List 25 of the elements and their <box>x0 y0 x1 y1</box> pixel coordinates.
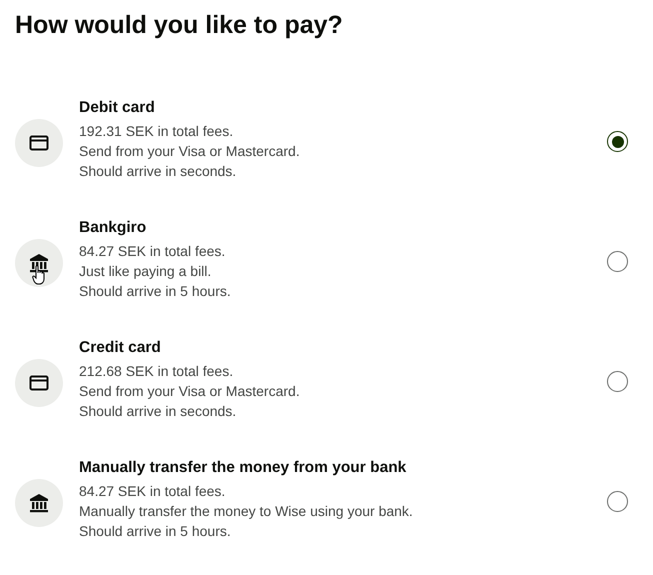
option-description: 84.27 SEK in total fees. <box>79 242 226 261</box>
option-description: Should arrive in seconds. <box>79 402 238 421</box>
card-icon <box>29 134 49 150</box>
option-description: Should arrive in 5 hours. <box>79 522 232 541</box>
bank-icon <box>29 492 49 512</box>
radio-button[interactable] <box>607 131 628 152</box>
option-description: 84.27 SEK in total fees. <box>79 482 226 501</box>
option-description: Send from your Visa or Mastercard. <box>79 382 301 401</box>
option-description: 212.68 SEK in total fees. <box>79 362 234 381</box>
option-description: Just like paying a bill. <box>79 262 212 281</box>
radio-button[interactable] <box>607 491 628 512</box>
option-description: Manually transfer the money to Wise using your bank. <box>79 502 414 521</box>
hand-cursor-icon <box>32 264 46 284</box>
option-description: 192.31 SEK in total fees. <box>79 122 234 141</box>
option-description: Should arrive in 5 hours. <box>79 282 232 301</box>
option-title: Debit card <box>79 98 156 118</box>
page-title: How would you like to pay? <box>15 10 344 41</box>
radio-button[interactable] <box>607 371 628 392</box>
option-description: Should arrive in seconds. <box>79 162 238 181</box>
option-title: Bankgiro <box>79 218 148 238</box>
option-title: Manually transfer the money from your bank <box>79 458 408 478</box>
radio-button[interactable] <box>607 251 628 272</box>
card-icon <box>29 374 49 390</box>
option-title: Credit card <box>79 338 162 358</box>
option-description: Send from your Visa or Mastercard. <box>79 142 301 161</box>
